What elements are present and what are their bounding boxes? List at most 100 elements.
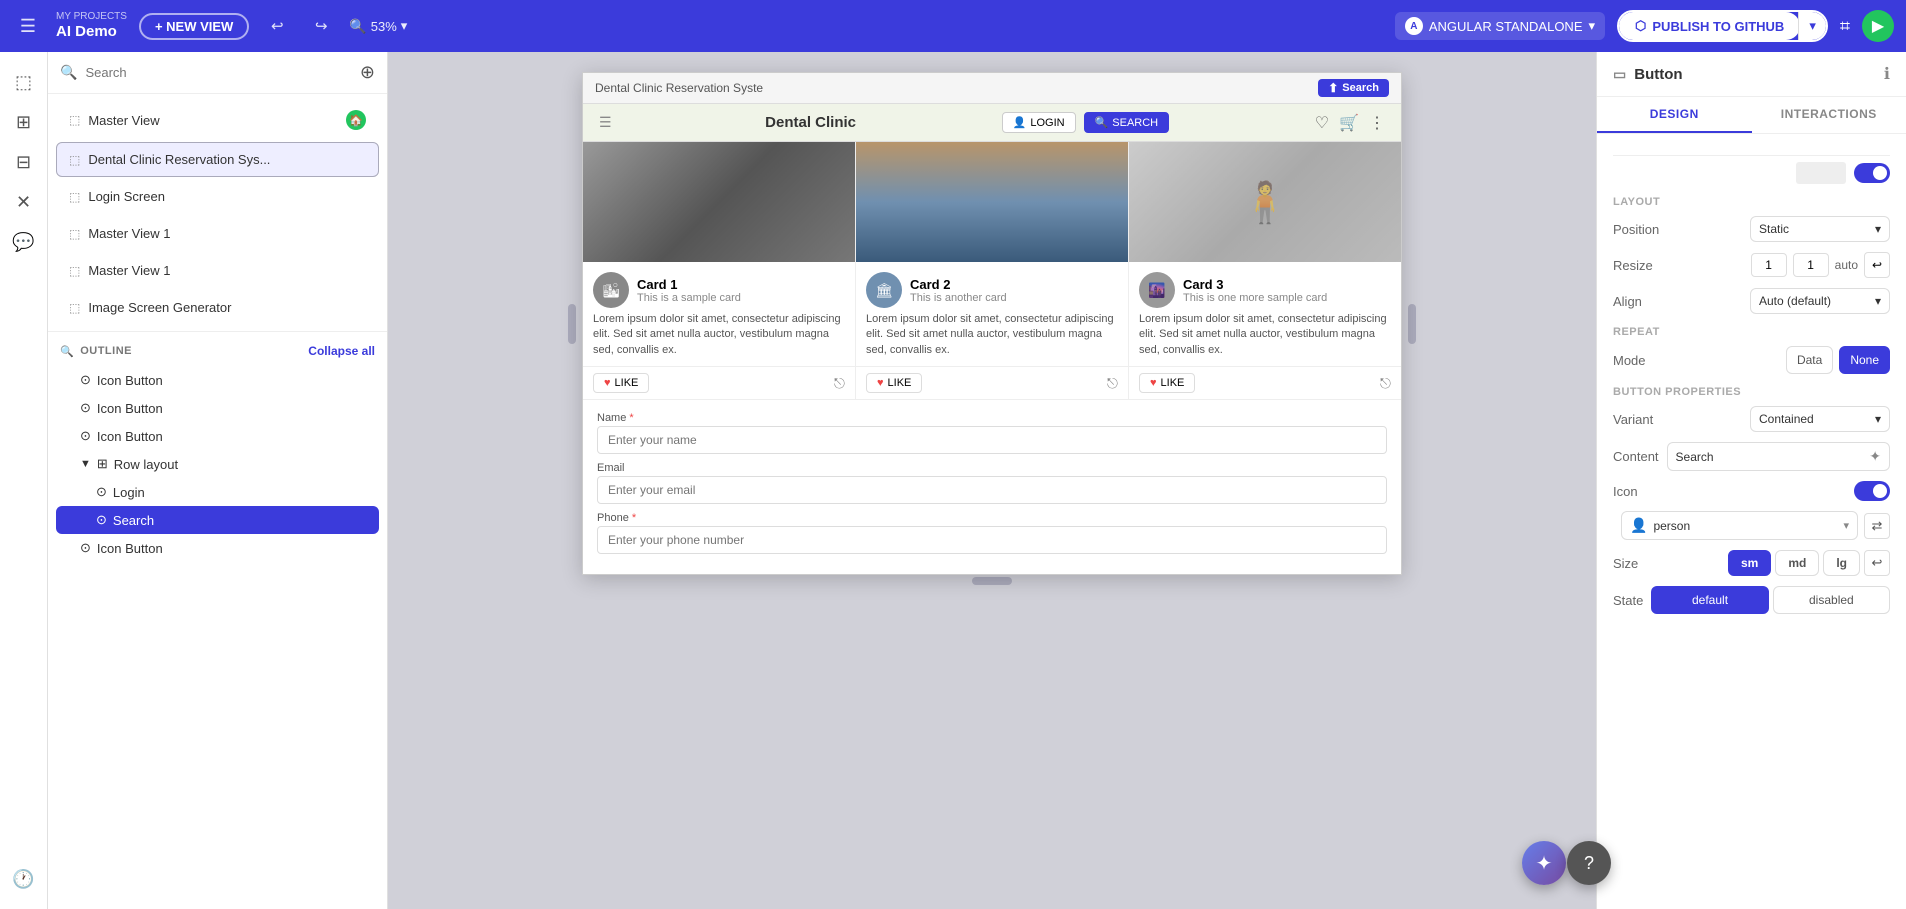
resize-height-input[interactable] — [1793, 253, 1829, 277]
add-view-button[interactable]: ⊕ — [360, 62, 375, 83]
view-item-login-screen[interactable]: ⬚ Login Screen — [56, 179, 379, 214]
icon-toggle[interactable] — [1854, 481, 1890, 501]
view-item-dental-clinic[interactable]: ⬚ Dental Clinic Reservation Sys... — [56, 142, 379, 177]
form-phone-label: Phone * — [597, 512, 1387, 524]
outline-item-row-layout[interactable]: ▼ ⊞ Row layout — [48, 450, 387, 478]
heart-icon[interactable]: ♡ — [1315, 113, 1329, 133]
share-button[interactable]: ⌗ — [1840, 16, 1850, 37]
size-sm-button[interactable]: sm — [1728, 550, 1771, 576]
nav-plugins-button[interactable]: ✕ — [6, 184, 42, 220]
icon-selector[interactable]: 👤 person ▾ — [1621, 511, 1858, 540]
align-label: Align — [1613, 294, 1642, 309]
icon-swap-button[interactable]: ⇄ — [1864, 513, 1890, 539]
share-icon[interactable]: ⎋ — [834, 375, 845, 392]
preview-search-badge[interactable]: ⬆ Search — [1318, 79, 1389, 97]
align-select[interactable]: Auto (default) ▾ — [1750, 288, 1890, 314]
form-name-field: Name * — [597, 412, 1387, 454]
resize-width-input[interactable] — [1751, 253, 1787, 277]
publish-button[interactable]: ⬡ PUBLISH TO GITHUB — [1619, 12, 1800, 40]
info-button[interactable]: ℹ — [1884, 64, 1890, 84]
form-phone-input[interactable] — [597, 526, 1387, 554]
resize-inputs: auto ↩ — [1751, 252, 1890, 278]
variant-select[interactable]: Contained ▾ — [1750, 406, 1890, 432]
variant-row: Variant Contained ▾ — [1613, 406, 1890, 432]
mode-none-button[interactable]: None — [1839, 346, 1890, 374]
view-icon: ⬚ — [69, 227, 80, 241]
align-row: Align Auto (default) ▾ — [1613, 288, 1890, 314]
outline-item-icon-btn-2[interactable]: ⊙ Icon Button — [48, 394, 387, 422]
resize-row: Resize auto ↩ — [1613, 252, 1890, 278]
size-lg-button[interactable]: lg — [1823, 550, 1860, 576]
nav-layers-button[interactable]: ⬚ — [6, 64, 42, 100]
run-button[interactable]: ▶ — [1862, 10, 1894, 42]
outline-item-login[interactable]: ⊙ Login — [48, 478, 387, 506]
menu-icon[interactable]: ☰ — [12, 10, 44, 42]
resize-reset-button[interactable]: ↩ — [1864, 252, 1890, 278]
preview-search-button[interactable]: 🔍 SEARCH — [1084, 112, 1170, 133]
cart-icon[interactable]: 🛒 — [1339, 113, 1359, 133]
size-reset-button[interactable]: ↩ — [1864, 550, 1890, 576]
more-icon[interactable]: ⋮ — [1369, 113, 1385, 133]
size-md-button[interactable]: md — [1775, 550, 1819, 576]
card3-avatar: 🌆 — [1139, 272, 1175, 308]
chevron-down-icon: ▾ — [1843, 519, 1849, 532]
card3-like-button[interactable]: ♥ LIKE — [1139, 373, 1195, 393]
nav-database-button[interactable]: ⊟ — [6, 144, 42, 180]
view-item-vehicle-selection[interactable]: ⬚ Master View 1 — [56, 253, 379, 288]
undo-button[interactable]: ↩ — [261, 10, 293, 42]
canvas-resize-right[interactable] — [1408, 304, 1416, 344]
state-default-button[interactable]: default — [1651, 586, 1768, 614]
card1-like-button[interactable]: ♥ LIKE — [593, 373, 649, 393]
canvas-resize-bottom[interactable] — [972, 577, 1012, 585]
card3-image: 🧍 — [1129, 142, 1401, 262]
view-icon: ⬚ — [69, 153, 80, 167]
mode-data-button[interactable]: Data — [1786, 346, 1833, 374]
login-icon: ⊙ — [96, 484, 107, 500]
card1-title-block: Card 1 This is a sample card — [637, 277, 741, 304]
nav-history-button[interactable]: 🕐 — [6, 861, 42, 897]
canvas-resize-left[interactable] — [568, 304, 576, 344]
divider-top — [1613, 146, 1890, 156]
outline-item-icon-btn-3[interactable]: ⊙ Icon Button — [48, 422, 387, 450]
icon-btn-icon: ⊙ — [80, 428, 91, 444]
view-item-label: Image Screen Generator — [88, 300, 366, 315]
outline-item-icon-btn-1[interactable]: ⊙ Icon Button — [48, 366, 387, 394]
share-icon[interactable]: ⎋ — [1380, 375, 1391, 392]
position-select[interactable]: Static ▾ — [1750, 216, 1890, 242]
outline-item-search[interactable]: ⊙ Search — [56, 506, 379, 534]
share-icon[interactable]: ⎋ — [1107, 375, 1118, 392]
button-icon: ▭ — [1613, 66, 1626, 83]
view-item-master-view-1[interactable]: ⬚ Master View 1 — [56, 216, 379, 251]
state-disabled-button[interactable]: disabled — [1773, 586, 1890, 614]
framework-label: ANGULAR STANDALONE — [1429, 19, 1583, 34]
icon-btn-icon: ⊙ — [80, 372, 91, 388]
nav-comments-button[interactable]: 💬 — [6, 224, 42, 260]
search-input[interactable] — [85, 65, 351, 80]
outline-item-icon-btn-4[interactable]: ⊙ Icon Button — [48, 534, 387, 562]
view-item-master-view[interactable]: ⬚ Master View 🏠 — [56, 100, 379, 140]
form-email-input[interactable] — [597, 476, 1387, 504]
tab-interactions[interactable]: INTERACTIONS — [1752, 97, 1906, 133]
layout-toggle[interactable] — [1854, 163, 1890, 183]
nav-components-button[interactable]: ⊞ — [6, 104, 42, 140]
zoom-control[interactable]: 🔍 53% ▾ — [349, 18, 407, 35]
content-input[interactable] — [1676, 450, 1864, 464]
home-badge: 🏠 — [346, 110, 366, 130]
preview-login-button[interactable]: 👤 LOGIN — [1002, 112, 1076, 133]
redo-button[interactable]: ↪ — [305, 10, 337, 42]
nav-hamburger-icon[interactable]: ☰ — [599, 114, 612, 131]
publish-dropdown-button[interactable]: ▾ — [1798, 12, 1826, 40]
ai-fab-button[interactable]: ✦ — [1522, 841, 1566, 885]
view-item-image-screen[interactable]: ⬚ Image Screen Generator — [56, 290, 379, 325]
tab-design[interactable]: DESIGN — [1597, 97, 1752, 133]
collapse-all-button[interactable]: Collapse all — [308, 344, 375, 358]
right-panel-tabs: DESIGN INTERACTIONS — [1597, 97, 1906, 134]
framework-selector[interactable]: A ANGULAR STANDALONE ▾ — [1395, 12, 1605, 40]
card2-like-button[interactable]: ♥ LIKE — [866, 373, 922, 393]
right-panel-header: ▭ Button ℹ — [1597, 52, 1906, 97]
preview-title: Dental Clinic Reservation Syste — [595, 81, 763, 95]
new-view-button[interactable]: + NEW VIEW — [139, 13, 249, 40]
help-fab-button[interactable]: ? — [1567, 841, 1611, 885]
form-name-input[interactable] — [597, 426, 1387, 454]
content-regenerate-button[interactable]: ✦ — [1869, 448, 1881, 465]
